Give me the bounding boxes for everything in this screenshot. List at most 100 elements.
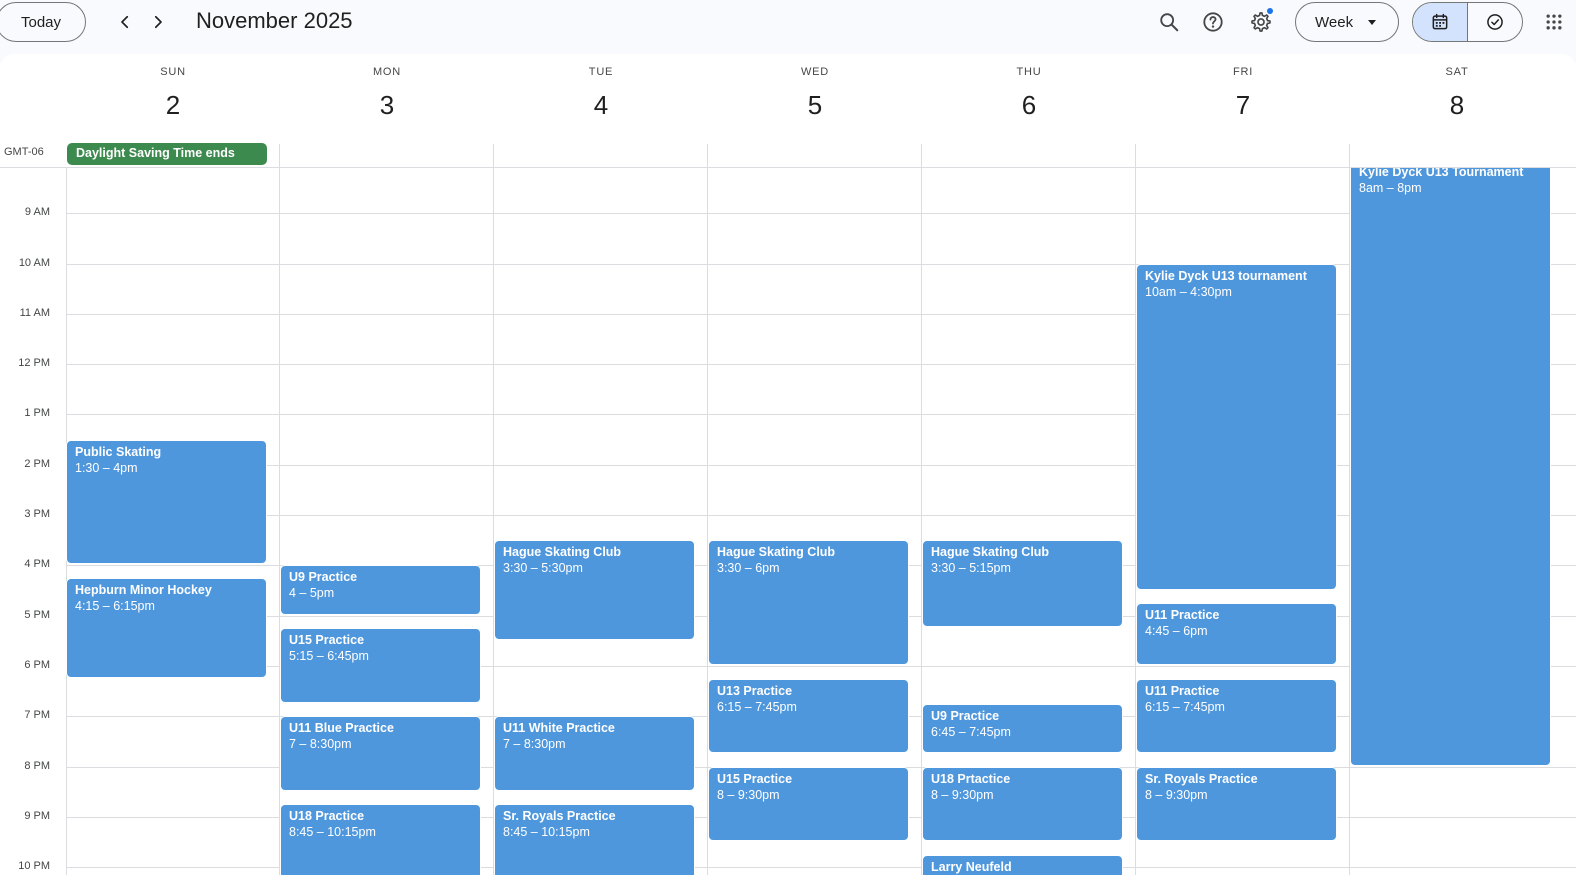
all-day-column-divider [1349,144,1350,168]
day-header-fri[interactable]: FRI 7 [1136,54,1350,134]
today-button[interactable]: Today [0,2,86,42]
hour-label: 8 PM [24,759,50,772]
day-number[interactable]: 4 [494,90,708,121]
calendar-event[interactable]: Sr. Royals Practice 8:45 – 10:15pm [494,804,695,875]
month-title: November 2025 [196,8,353,33]
event-time: 8 – 9:30pm [1145,787,1208,802]
time-grid: 9 AM 10 AM 11 AM 12 PM 1 PM 2 PM 3 PM 4 PM 5 PM 6… [0,168,1576,875]
week-calendar-panel: SUN 2 MON 3 TUE 4 WED 5 THU 6 FRI 7 SAT 8 GMT-06 Dayl… [0,54,1576,875]
event-time: 10am – 4:30pm [1145,284,1232,299]
day-header-mon[interactable]: MON 3 [280,54,494,134]
calendar-event[interactable]: Hepburn Minor Hockey 4:15 – 6:15pm [66,577,267,678]
event-time: 3:30 – 6pm [717,561,780,576]
day-number[interactable]: 8 [1350,90,1564,121]
help-button[interactable] [1195,4,1231,40]
hour-label: 9 PM [24,809,50,822]
calendar-event[interactable]: Kylie Dyck U13 Tournament 8am – 8pm [1350,168,1551,766]
day-name: THU [1016,66,1042,78]
day-number[interactable]: 2 [66,90,280,121]
hour-label: 6 PM [24,658,50,671]
calendar-event[interactable]: Hague Skating Club 3:30 – 5:30pm [494,540,695,640]
event-title: Hague Skating Club [931,545,1050,560]
event-title: U18 Practice [289,809,365,824]
hour-label: 5 PM [24,608,50,621]
calendar-event[interactable]: Hague Skating Club 3:30 – 5:15pm [922,540,1123,628]
event-time: 7 – 8:30pm [503,737,566,752]
day-header-wed[interactable]: WED 5 [708,54,922,134]
chevron-left-icon [121,15,129,29]
day-header-thu[interactable]: THU 6 [922,54,1136,134]
day-name: TUE [588,66,614,78]
calendar-event[interactable]: U11 Practice 4:45 – 6pm [1136,603,1337,665]
calendar-event[interactable]: U18 Practice 8:45 – 10:15pm [280,804,481,875]
prev-week-button[interactable] [109,6,141,38]
calendar-event[interactable]: U11 Practice 6:15 – 7:45pm [1136,678,1337,753]
view-selector[interactable]: Week [1295,2,1399,42]
calendar-icon [1432,13,1448,30]
event-title: Kylie Dyck U13 tournament [1145,268,1307,283]
calendar-event[interactable]: U15 Practice 8 – 9:30pm [708,766,909,841]
calendar-event[interactable]: Larry Neufeld [922,854,1123,875]
apps-grid-icon [1546,14,1562,30]
timezone-label: GMT-06 [4,146,44,158]
calendar-event[interactable]: U13 Practice 6:15 – 7:45pm [708,678,909,753]
event-time: 8 – 9:30pm [931,787,994,802]
day-header-tue[interactable]: TUE 4 [494,54,708,134]
event-title: U11 Blue Practice [289,721,394,736]
hour-label: 2 PM [24,457,50,470]
event-time: 8:45 – 10:15pm [289,825,376,840]
day-number[interactable]: 5 [708,90,922,121]
calendar-event[interactable]: Kylie Dyck U13 tournament 10am – 4:30pm [1136,263,1337,590]
calendar-event[interactable]: Hague Skating Club 3:30 – 6pm [708,540,909,665]
all-day-column-divider [279,144,280,168]
calendar-event[interactable]: U11 White Practice 7 – 8:30pm [494,716,695,791]
event-time: 1:30 – 4pm [75,460,138,475]
search-button[interactable] [1151,4,1187,40]
calendar-view-toggle[interactable] [1413,3,1468,41]
all-day-column-divider [493,144,494,168]
event-time: 4:45 – 6pm [1145,624,1208,639]
event-title: U13 Practice [717,683,793,698]
event-title: Hague Skating Club [717,545,836,560]
calendar-event[interactable]: U11 Blue Practice 7 – 8:30pm [280,716,481,791]
settings-notification-dot [1267,8,1273,14]
event-title: Public Skating [75,444,162,459]
day-number[interactable]: 3 [280,90,494,121]
hour-label: 4 PM [24,558,50,571]
day-name: FRI [1232,66,1254,78]
event-title: Kylie Dyck U13 Tournament [1359,168,1524,179]
event-title: U11 Practice [1145,683,1220,698]
search-icon [1160,13,1179,32]
next-week-button[interactable] [142,6,174,38]
hour-label: 11 AM [19,306,50,319]
day-header-sun[interactable]: SUN 2 [66,54,280,134]
google-apps-button[interactable] [1538,6,1570,38]
event-title: U18 Prtactice [931,771,1011,786]
event-title: Larry Neufeld [931,859,1012,874]
calendar-event[interactable]: U15 Practice 5:15 – 6:45pm [280,628,481,703]
day-number[interactable]: 7 [1136,90,1350,121]
calendar-tasks-toggle [1412,2,1523,42]
calendar-event[interactable]: U9 Practice 4 – 5pm [280,565,481,615]
tasks-view-toggle[interactable] [1468,3,1523,41]
settings-button[interactable] [1243,4,1279,40]
all-day-column-divider [707,144,708,168]
event-time: 8am – 8pm [1359,180,1422,195]
calendar-event[interactable]: Sr. Royals Practice 8 – 9:30pm [1136,766,1337,841]
calendar-event[interactable]: U18 Prtactice 8 – 9:30pm [922,766,1123,841]
day-name: SUN [160,66,186,78]
chevron-right-icon [154,15,162,29]
event-time: 8 – 9:30pm [717,787,780,802]
all-day-event[interactable]: Daylight Saving Time ends [67,143,267,165]
hour-label: 3 PM [24,508,50,521]
calendar-event[interactable]: U9 Practice 6:45 – 7:45pm [922,703,1123,753]
calendar-event[interactable]: Public Skating 1:30 – 4pm [66,439,267,565]
day-number[interactable]: 6 [922,90,1136,121]
view-selector-label: Week [1315,13,1354,31]
event-title: Sr. Royals Practice [503,809,616,824]
task-check-icon [1486,14,1503,30]
day-header-sat[interactable]: SAT 8 [1350,54,1564,134]
event-time: 4 – 5pm [289,586,335,601]
event-title: U15 Practice [289,633,365,648]
hour-label: 10 PM [18,860,50,873]
